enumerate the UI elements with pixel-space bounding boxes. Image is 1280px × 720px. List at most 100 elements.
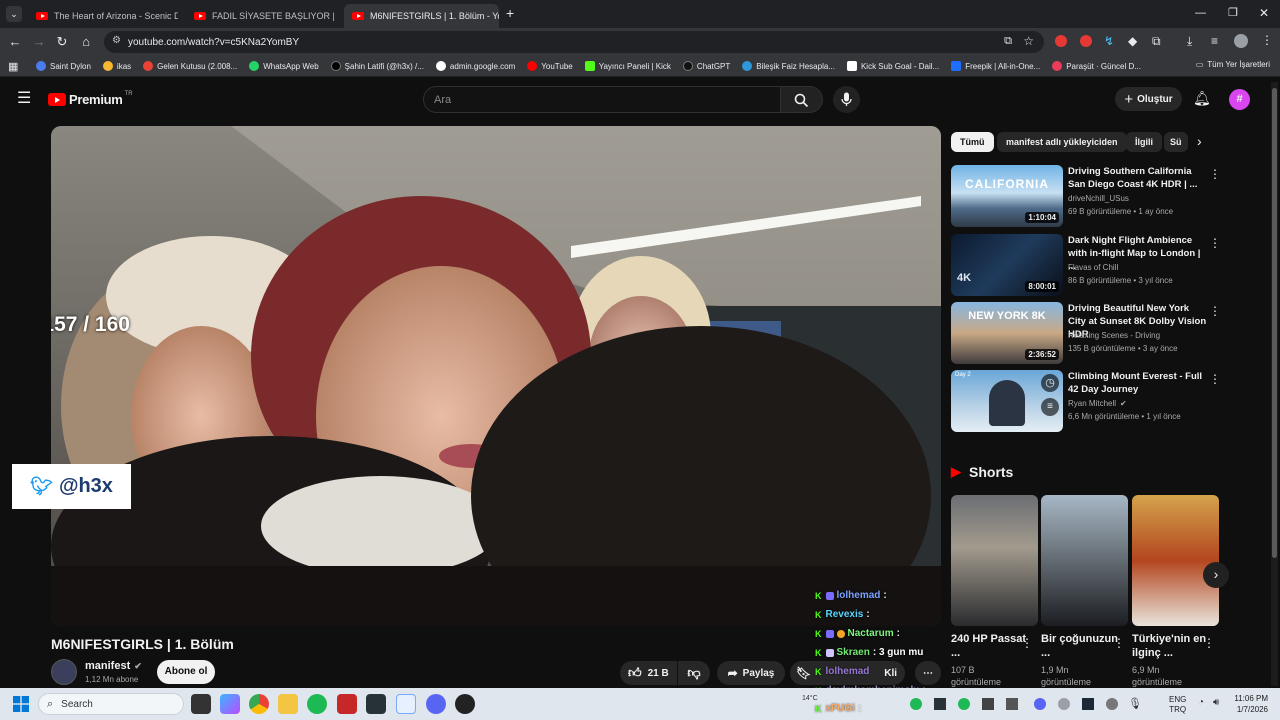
tray-app-icon[interactable] <box>958 698 970 710</box>
tab-3-active[interactable]: M6NIFESTGIRLS | 1. Bölüm - Yo ✕ <box>344 4 499 28</box>
subscribe-button[interactable]: Abone ol <box>157 660 215 684</box>
account-avatar[interactable]: # <box>1229 89 1250 110</box>
voice-search-button[interactable] <box>833 86 860 113</box>
taskbar-search[interactable]: ⌕ Search <box>38 693 184 715</box>
bookmark-item[interactable]: Freepik | All-in-One... <box>951 61 1040 71</box>
bookmark-item[interactable]: YouTube <box>527 61 573 71</box>
bookmark-item[interactable]: Bileşik Faiz Hesapla... <box>742 61 835 71</box>
bookmark-item[interactable]: Saint Dylon <box>36 61 91 71</box>
chip-all[interactable]: Tümü <box>951 132 994 152</box>
share-button[interactable]: ➦ Paylaş <box>717 661 785 685</box>
tray-discord-icon[interactable] <box>1034 698 1046 710</box>
short-thumbnail[interactable] <box>951 495 1038 626</box>
bookmark-item[interactable]: Paraşüt · Güncel D... <box>1052 61 1141 71</box>
recommendation-item[interactable]: CALIFORNIA 1:10:04 Driving Southern Cali… <box>951 165 1221 227</box>
file-explorer-icon[interactable] <box>278 694 298 714</box>
bookmark-item[interactable]: ChatGPT <box>682 61 730 71</box>
tab-2[interactable]: FADIL SİYASETE BAŞLIYOR | YEN ✕ <box>186 4 336 28</box>
like-button[interactable]: 👍︎ 21 B <box>620 661 677 685</box>
shorts-next-button[interactable]: › <box>1203 562 1229 588</box>
search-button[interactable] <box>781 86 823 113</box>
task-view-icon[interactable] <box>191 694 211 714</box>
chip-partial[interactable]: Sü <box>1164 132 1188 152</box>
volume-icon[interactable]: 🔊︎ <box>1213 697 1219 708</box>
bookmark-star-icon[interactable]: ☆ <box>1023 34 1034 48</box>
all-bookmarks-folder[interactable]: ▭ Tüm Yer İşaretleri <box>1196 60 1270 69</box>
discord-icon[interactable] <box>426 694 446 714</box>
youtube-logo[interactable]: Premium TR <box>48 91 133 107</box>
short-more-icon[interactable]: ⋮ <box>1203 636 1215 650</box>
more-options-icon[interactable]: ⋮ <box>1209 372 1221 386</box>
channel-name[interactable]: manifest ✔ <box>85 660 142 672</box>
tray-microphone-icon[interactable]: 🎙︎ <box>1128 697 1142 710</box>
tray-app-icon[interactable] <box>982 698 994 710</box>
video-thumbnail[interactable]: NEW YORK 8K 2:36:52 <box>951 302 1063 364</box>
more-actions-button[interactable]: ⋯ <box>915 661 941 685</box>
tray-steam-icon[interactable] <box>1082 698 1094 710</box>
extensions-puzzle-icon[interactable]: ⧉ <box>1152 34 1161 49</box>
tray-spotify-icon[interactable] <box>910 698 922 710</box>
copilot-icon[interactable] <box>220 694 240 714</box>
site-info-icon[interactable]: ⚙ <box>112 35 121 46</box>
more-options-icon[interactable]: ⋮ <box>1209 304 1221 318</box>
search-input[interactable]: Ara <box>423 86 781 113</box>
downloads-icon[interactable]: ⤓ <box>1187 34 1192 49</box>
chip-from-uploader[interactable]: manifest adlı yükleyiciden <box>997 132 1127 152</box>
settings-gear-icon[interactable] <box>396 694 416 714</box>
language-indicator[interactable]: ENG TRQ <box>1169 695 1186 715</box>
tab-1[interactable]: The Heart of Arizona - Scenic D ✕ <box>28 4 178 28</box>
tray-app-icon[interactable] <box>1006 698 1018 710</box>
short-thumbnail[interactable] <box>1132 495 1219 626</box>
wifi-icon[interactable]: ◔ <box>1198 697 1204 708</box>
tray-app-icon[interactable] <box>934 698 946 710</box>
bookmark-item[interactable]: WhatsApp Web <box>249 61 319 71</box>
short-more-icon[interactable]: ⋮ <box>1113 636 1125 650</box>
short-thumbnail[interactable] <box>1041 495 1128 626</box>
extension-diamond-icon[interactable]: ◆ <box>1128 34 1137 48</box>
browser-menu-icon[interactable]: ⋮ <box>1261 33 1273 47</box>
bookmark-item[interactable]: Yayıncı Paneli | Kick <box>584 61 671 71</box>
app-icon[interactable] <box>455 694 475 714</box>
install-app-icon[interactable]: ⧉ <box>1004 35 1012 48</box>
bookmark-item[interactable]: Şahin Latifi (@h3x) /... <box>330 61 424 71</box>
video-thumbnail[interactable]: Day 2 ◷ ≡ <box>951 370 1063 432</box>
scrollbar-thumb[interactable] <box>1272 88 1277 558</box>
bookmark-item[interactable]: Kick Sub Goal - Dail... <box>846 61 939 71</box>
dislike-button[interactable]: 👎︎ <box>678 661 710 685</box>
profile-avatar[interactable] <box>1234 34 1248 48</box>
recommendation-item[interactable]: 4K 8:00:01 Dark Night Flight Ambience wi… <box>951 234 1221 296</box>
extension-opera-icon[interactable] <box>1055 35 1067 47</box>
more-options-icon[interactable]: ⋮ <box>1209 236 1221 250</box>
tray-app-icon[interactable] <box>1106 698 1118 710</box>
terminal-icon[interactable] <box>366 694 386 714</box>
watch-later-clock-icon[interactable]: ◷ <box>1041 374 1059 392</box>
more-options-icon[interactable]: ⋮ <box>1209 167 1221 181</box>
forward-icon[interactable]: → <box>30 33 48 51</box>
close-window-button[interactable]: ✕ <box>1259 6 1269 20</box>
video-thumbnail[interactable]: CALIFORNIA 1:10:04 <box>951 165 1063 227</box>
video-thumbnail[interactable]: 4K 8:00:01 <box>951 234 1063 296</box>
channel-avatar[interactable] <box>51 659 77 685</box>
new-tab-button[interactable]: + <box>506 5 514 21</box>
bookmark-item[interactable]: ikas <box>102 61 131 71</box>
tab-search-icon[interactable]: ⌄ <box>6 6 22 22</box>
clock[interactable]: 11:06 PM 1/7/2026 <box>1230 693 1268 715</box>
video-player[interactable]: 📍︎ 157 / 160 <box>51 126 941 626</box>
apps-grid-icon[interactable]: ▦ <box>8 60 18 73</box>
recommendation-item[interactable]: Day 2 ◷ ≡ Climbing Mount Everest - Full … <box>951 370 1221 432</box>
reading-list-icon[interactable]: ≡ <box>1211 34 1218 48</box>
maximize-button[interactable]: ❐ <box>1228 6 1238 19</box>
chrome-icon[interactable] <box>249 694 269 714</box>
page-scrollbar[interactable] <box>1271 82 1278 686</box>
chip-related[interactable]: İlgili <box>1126 132 1162 152</box>
extension-red-icon[interactable] <box>1080 35 1092 47</box>
bookmark-item[interactable]: admin.google.com <box>435 61 515 71</box>
spotify-icon[interactable] <box>307 694 327 714</box>
obs-recorder-icon[interactable] <box>337 694 357 714</box>
short-more-icon[interactable]: ⋮ <box>1021 636 1033 650</box>
minimize-button[interactable]: — <box>1195 7 1206 19</box>
extension-translate-icon[interactable]: ↯ <box>1104 34 1114 48</box>
chevron-right-icon[interactable]: › <box>1197 133 1202 149</box>
bookmark-item[interactable]: Gelen Kutusu (2.008... <box>143 61 237 71</box>
address-bar[interactable]: ⚙ youtube.com/watch?v=c5KNa2YomBY ⧉ ☆ <box>104 31 1044 53</box>
